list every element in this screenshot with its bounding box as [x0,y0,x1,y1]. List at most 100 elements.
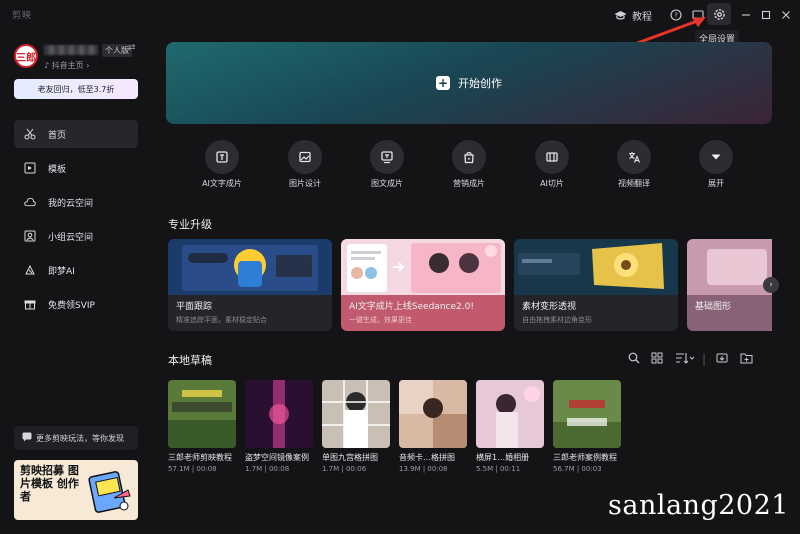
draft-meta: 13.9M | 00:08 [399,465,448,473]
tool-image-design[interactable]: 图片设计 [275,140,335,189]
tool-label: 视频翻译 [618,179,650,188]
chat-icon [22,432,32,444]
watermark: sanlang2021 [608,490,789,521]
close-button[interactable] [778,6,794,24]
feedback-banner[interactable]: 更多剪映玩法，等你发现 [14,426,138,450]
draft-thumbnail [399,380,467,448]
draft-item[interactable]: 三郎老师剪映教程 57.1M | 00:08 [168,380,236,473]
draft-meta: 56.7M | 00:03 [553,465,602,473]
tool-ai-text-video[interactable]: AI文字成片 [192,140,252,189]
sort-icon [675,352,695,367]
draft-meta: 1.7M | 00:06 [322,465,367,473]
draft-item[interactable]: 音频卡…格拼图 13.9M | 00:08 [399,380,467,473]
sidebar-item-jimeng-ai[interactable]: 即梦AI [14,256,138,284]
card-title: 基础图形 [695,302,732,312]
douyin-homepage-link[interactable]: ♪ 抖音主页 › [44,60,89,71]
ai-icon [24,264,36,276]
chevron-right-icon: › [769,280,773,290]
draft-thumbnail [245,380,313,448]
start-creation-button[interactable]: + 开始创作 [166,42,772,124]
import-button[interactable] [716,352,728,366]
drafts-grid: 三郎老师剪映教程 57.1M | 00:08 盗梦空间镜像案例 1.7M | 0… [168,380,628,480]
group-cloud-icon [24,230,36,242]
card-subtitle: 一键生成，效果更佳 [349,316,412,324]
search-icon [628,352,640,367]
perspective-transform-thumbnail [514,239,678,295]
draft-meta: 57.1M | 00:08 [168,465,217,473]
sidebar: 三郎 个人版 ⇄ ♪ 抖音主页 › 老友回归，低至3.7折 首页 模板 我的云空… [0,30,152,534]
sidebar-item-home[interactable]: 首页 [14,120,138,148]
feature-card[interactable]: AI文字成片上线Seedance2.0! 一键生成，效果更佳 [341,239,505,331]
grid-view-button[interactable] [651,352,663,366]
draft-name: 横屏1…婚相册 [476,453,530,462]
draft-search-button[interactable] [628,352,640,366]
tool-label: AI切片 [540,179,564,188]
draft-name: 三郎老师剪映教程 [168,453,232,462]
folder-plus-icon [740,352,753,367]
tool-label: 营销成片 [453,179,485,188]
feature-card[interactable]: 基础图形 [687,239,772,331]
sidebar-item-free-svip[interactable]: 免费领SVIP [14,290,138,318]
tool-expand[interactable]: 展开 [686,140,746,189]
sidebar-item-group-cloud[interactable]: 小组云空间 [14,222,138,250]
ai-text-video-icon [205,140,239,174]
sort-button[interactable] [675,352,695,366]
draft-item[interactable]: 单图九宫格拼图 1.7M | 00:06 [322,380,390,473]
card-title: AI文字成片上线Seedance2.0! [349,302,474,312]
draft-name: 音频卡…格拼图 [399,453,455,462]
translate-icon [617,140,651,174]
draft-thumbnail [476,380,544,448]
draft-meta: 1.7M | 00:08 [245,465,290,473]
sidebar-item-templates[interactable]: 模板 [14,154,138,182]
draft-item[interactable]: 三郎老师案例教程 56.7M | 00:03 [553,380,621,473]
tool-label: 展开 [708,179,724,188]
ad-illustration-icon [88,471,131,513]
draft-item[interactable]: 盗梦空间镜像案例 1.7M | 00:08 [245,380,313,473]
creator-recruitment-ad[interactable]: 剪映招募 图片模板 创作者 [14,460,138,520]
grid-view-icon [651,352,663,367]
draft-name: 三郎老师案例教程 [553,453,617,462]
new-folder-button[interactable] [740,352,753,366]
maximize-icon [758,7,774,23]
sidebar-item-label: 模板 [48,164,67,175]
ai-clip-icon [535,140,569,174]
marketing-video-icon [452,140,486,174]
tool-ai-clip[interactable]: AI切片 [522,140,582,189]
draft-item[interactable]: 横屏1…婚相册 5.5M | 00:11 [476,380,544,473]
planar-tracking-thumbnail [168,239,332,295]
card-title: 素材变形透视 [522,302,577,312]
tool-label: AI文字成片 [202,179,242,188]
gift-icon [24,298,36,310]
divider: | [702,352,707,366]
feature-card[interactable]: 素材变形透视 自由拖拽素材边角变形 [514,239,678,331]
avatar[interactable]: 三郎 [14,44,38,68]
template-icon [24,162,36,174]
carousel-next-button[interactable]: › [763,277,779,293]
tool-label: 图片设计 [289,179,321,188]
feature-card[interactable]: 平面跟踪 精准追踪平面，素材稳定贴合 [168,239,332,331]
card-subtitle: 精准追踪平面，素材稳定贴合 [176,316,267,324]
ai-text-video-thumbnail [341,239,505,295]
import-icon [716,352,728,367]
upgrade-section-title: 专业升级 [168,218,212,231]
gear-icon [711,6,727,22]
username-blurred [44,45,98,55]
sidebar-item-my-cloud[interactable]: 我的云空间 [14,188,138,216]
draft-name: 盗梦空间镜像案例 [245,453,309,462]
promo-button[interactable]: 老友回归，低至3.7折 [14,79,138,99]
sidebar-item-label: 小组云空间 [48,232,94,243]
draft-thumbnail [553,380,621,448]
card-title: 平面跟踪 [176,302,213,312]
maximize-button[interactable] [758,6,774,24]
minimize-button[interactable] [738,6,754,24]
sidebar-item-label: 即梦AI [48,266,75,277]
tool-video-translate[interactable]: 视频翻译 [604,140,664,189]
switch-account-icon[interactable]: ⇄ [128,43,136,53]
global-settings-button[interactable] [707,3,731,25]
minimize-icon [738,7,754,23]
sidebar-item-label: 我的云空间 [48,198,94,209]
tool-marketing-video[interactable]: 营销成片 [439,140,499,189]
image-design-icon [288,140,322,174]
basic-shapes-thumbnail [687,239,772,295]
tool-text-image-video[interactable]: 图文成片 [357,140,417,189]
